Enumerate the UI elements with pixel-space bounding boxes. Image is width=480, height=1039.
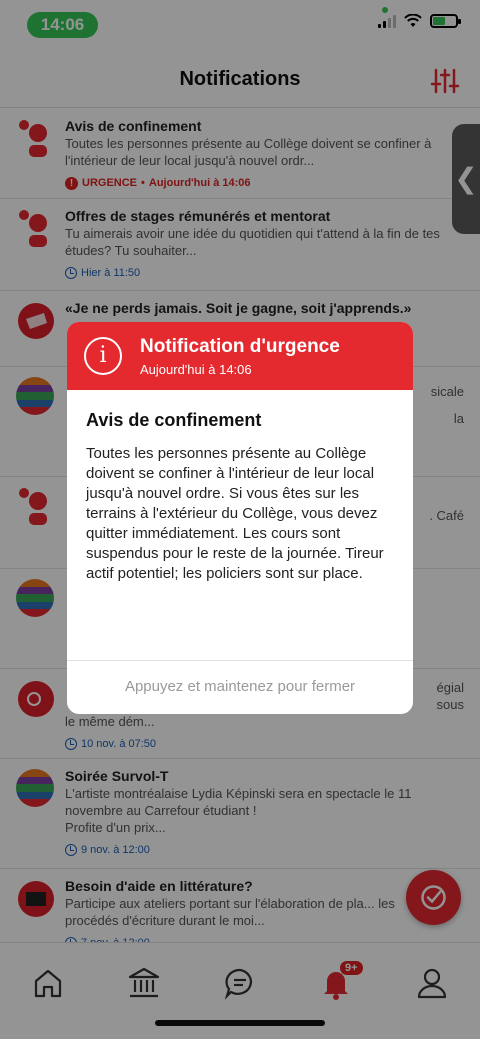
modal-body: Toutes les personnes présente au Collège… (86, 445, 384, 582)
dismiss-hint-button[interactable]: Appuyez et maintenez pour fermer (67, 678, 413, 695)
modal-heading: Notification d'urgence (140, 336, 340, 357)
modal-header: i Notification d'urgence Aujourd'hui à 1… (67, 322, 413, 390)
modal-date: Aujourd'hui à 14:06 (140, 362, 252, 377)
divider (67, 660, 413, 661)
modal-title: Avis de confinement (86, 410, 262, 430)
urgent-notification-modal: i Notification d'urgence Aujourd'hui à 1… (67, 322, 413, 714)
info-icon: i (84, 337, 122, 375)
